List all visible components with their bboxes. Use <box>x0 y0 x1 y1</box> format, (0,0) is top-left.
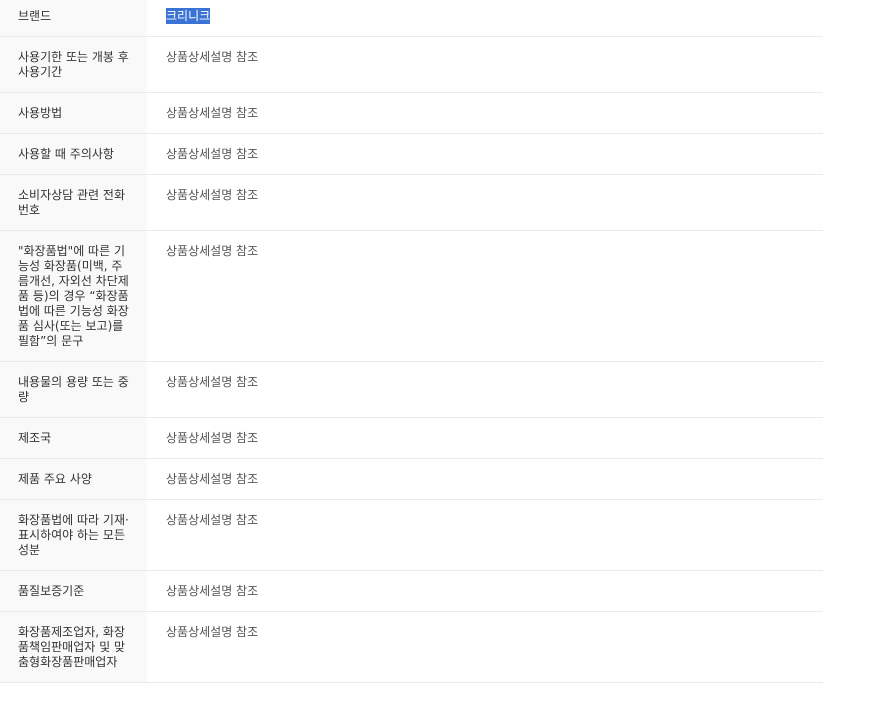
info-value: 상품상세설명 참조 <box>166 188 259 202</box>
info-value: 상품상세설명 참조 <box>166 147 259 161</box>
info-value: 상품상세설명 참조 <box>166 584 259 598</box>
info-row-phone: 소비자상담 관련 전화번호 상품상세설명 참조 <box>0 174 823 231</box>
info-value: 상품상세설명 참조 <box>166 431 259 445</box>
info-value: 상품상세설명 참조 <box>166 375 259 389</box>
product-info-table: 브랜드 크리니크 사용기한 또는 개봉 후 사용기간 상품상세설명 참조 사용방… <box>0 0 823 683</box>
info-value: 상품상세설명 참조 <box>166 625 259 639</box>
info-label: 사용기한 또는 개봉 후 사용기간 <box>0 36 147 93</box>
info-label: 브랜드 <box>0 0 147 37</box>
info-row-functional: "화장품법"에 따른 기능성 화장품(미백, 주름개선, 자외선 차단제품 등)… <box>0 230 823 362</box>
info-value: 상품상세설명 참조 <box>166 106 259 120</box>
info-label: 화장품제조업자, 화장품책임판매업자 및 맞춤형화장품판매업자 <box>0 611 147 683</box>
info-label: 품질보증기준 <box>0 570 147 612</box>
info-row-volume: 내용물의 용량 또는 중량 상품상세설명 참조 <box>0 361 823 418</box>
info-label: 내용물의 용량 또는 중량 <box>0 361 147 418</box>
info-label: 사용방법 <box>0 92 147 134</box>
info-label: "화장품법"에 따른 기능성 화장품(미백, 주름개선, 자외선 차단제품 등)… <box>0 230 147 362</box>
brand-value-selected[interactable]: 크리니크 <box>166 8 211 24</box>
info-row-country: 제조국 상품상세설명 참조 <box>0 417 823 459</box>
info-row-caution: 사용할 때 주의사항 상품상세설명 참조 <box>0 133 823 175</box>
info-label: 화장품법에 따라 기재·표시하여야 하는 모든 성분 <box>0 499 147 571</box>
info-row-manufacturer: 화장품제조업자, 화장품책임판매업자 및 맞춤형화장품판매업자 상품상세설명 참… <box>0 611 823 683</box>
info-label: 제품 주요 사양 <box>0 458 147 500</box>
info-value: 상품상세설명 참조 <box>166 50 259 64</box>
info-label: 제조국 <box>0 417 147 459</box>
info-row-spec: 제품 주요 사양 상품상세설명 참조 <box>0 458 823 500</box>
info-row-usage: 사용방법 상품상세설명 참조 <box>0 92 823 134</box>
info-value: 상품상세설명 참조 <box>166 472 259 486</box>
info-label: 소비자상담 관련 전화번호 <box>0 174 147 231</box>
info-row-quality: 품질보증기준 상품상세설명 참조 <box>0 570 823 612</box>
info-label: 사용할 때 주의사항 <box>0 133 147 175</box>
info-value: 상품상세설명 참조 <box>166 513 259 527</box>
info-row-expiry: 사용기한 또는 개봉 후 사용기간 상품상세설명 참조 <box>0 36 823 93</box>
info-value: 크리니크 <box>147 0 823 37</box>
info-value: 상품상세설명 참조 <box>166 244 259 258</box>
info-row-brand: 브랜드 크리니크 <box>0 0 823 37</box>
info-row-ingredients: 화장품법에 따라 기재·표시하여야 하는 모든 성분 상품상세설명 참조 <box>0 499 823 571</box>
